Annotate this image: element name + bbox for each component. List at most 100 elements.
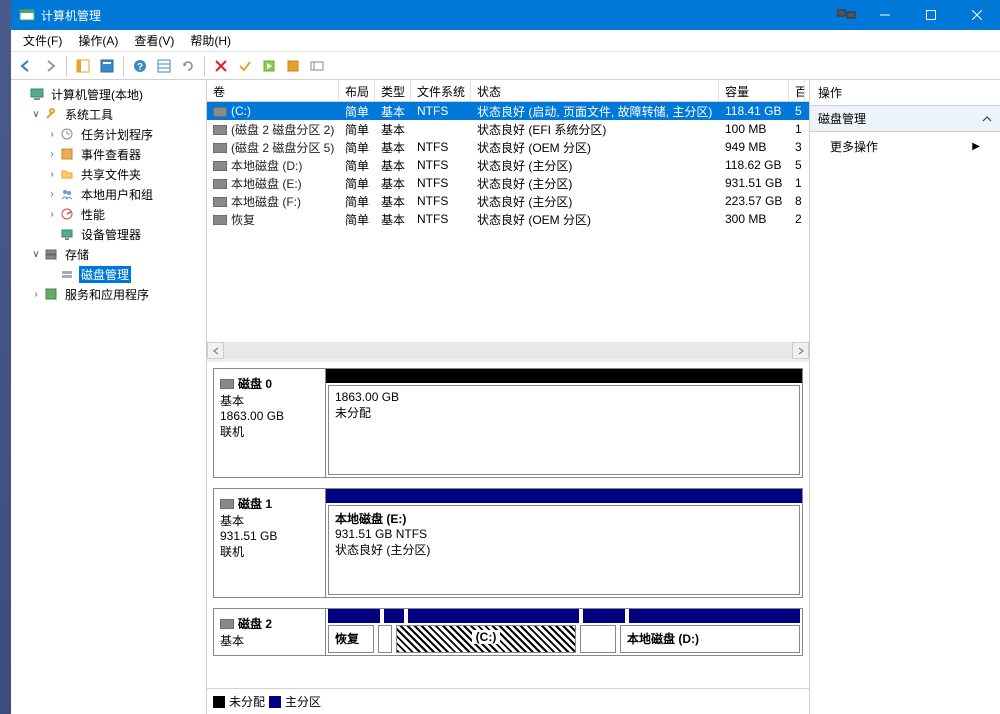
col-type[interactable]: 类型 <box>375 80 411 101</box>
refresh-button[interactable] <box>177 55 199 77</box>
disk-1-partition-e[interactable]: 本地磁盘 (E:) 931.51 GB NTFS 状态良好 (主分区) <box>328 505 800 595</box>
disk-2-bar-oem <box>583 609 625 623</box>
window-title: 计算机管理 <box>41 7 101 24</box>
volume-row[interactable]: (C:)简单基本NTFS状态良好 (启动, 页面文件, 故障转储, 主分区)11… <box>207 102 809 120</box>
titlebar[interactable]: 计算机管理 <box>11 0 1000 30</box>
tree-performance[interactable]: ›性能 <box>11 204 206 224</box>
disk-icon <box>220 499 234 509</box>
volume-row[interactable]: 本地磁盘 (D:)简单基本NTFS状态良好 (主分区)118.62 GB5 <box>207 156 809 174</box>
legend-swatch-primary <box>269 696 281 708</box>
volume-row[interactable]: 本地磁盘 (E:)简单基本NTFS状态良好 (主分区)931.51 GB1 <box>207 174 809 192</box>
disk-2-partition-c[interactable]: (C:) <box>396 625 576 653</box>
tree-system-tools[interactable]: ∨ 系统工具 <box>11 104 206 124</box>
performance-icon <box>59 206 75 222</box>
delete-button[interactable] <box>210 55 232 77</box>
tools-icon <box>43 106 59 122</box>
col-capacity[interactable]: 容量 <box>719 80 789 101</box>
tree-device-manager[interactable]: 设备管理器 <box>11 224 206 244</box>
disk-icon <box>220 619 234 629</box>
menu-view[interactable]: 查看(V) <box>128 30 184 51</box>
disk-0-header-bar <box>326 369 802 383</box>
disk-2-info: 磁盘 2 基本 <box>214 609 326 655</box>
close-button[interactable] <box>954 0 1000 30</box>
svg-text:?: ? <box>137 62 143 73</box>
menu-action[interactable]: 操作(A) <box>72 30 128 51</box>
minimize-button[interactable] <box>862 0 908 30</box>
apply-button[interactable] <box>234 55 256 77</box>
collapse-icon[interactable]: ∨ <box>29 109 43 120</box>
tree-storage[interactable]: ∨ 存储 <box>11 244 206 264</box>
col-free[interactable]: 百 <box>789 80 805 101</box>
disk-2-partition-efi[interactable] <box>378 625 392 653</box>
show-tree-button[interactable] <box>72 55 94 77</box>
disk-1-block[interactable]: 磁盘 1 基本 931.51 GB 联机 本地磁盘 (E:) 931.51 GB… <box>213 488 803 598</box>
action-button[interactable] <box>258 55 280 77</box>
expand-icon[interactable]: › <box>45 149 59 160</box>
nav-forward-button[interactable] <box>39 55 61 77</box>
clock-icon <box>59 126 75 142</box>
col-volume[interactable]: 卷 <box>207 80 339 101</box>
scroll-left-button[interactable] <box>207 342 224 359</box>
action-group-disk-mgmt[interactable]: 磁盘管理 <box>810 106 1000 132</box>
disk-0-partition-unallocated[interactable]: 1863.00 GB 未分配 <box>328 385 800 475</box>
menu-file[interactable]: 文件(F) <box>17 30 72 51</box>
disk-graphic-pane[interactable]: 磁盘 0 基本 1863.00 GB 联机 1863.00 GB 未分配 <box>207 362 809 688</box>
scroll-right-button[interactable] <box>792 342 809 359</box>
disk-1-info: 磁盘 1 基本 931.51 GB 联机 <box>214 489 326 597</box>
users-icon <box>59 186 75 202</box>
col-filesystem[interactable]: 文件系统 <box>411 80 471 101</box>
maximize-button[interactable] <box>908 0 954 30</box>
arrow-right-icon: ▶ <box>972 141 980 152</box>
volume-row[interactable]: 恢复简单基本NTFS状态良好 (OEM 分区)300 MB2 <box>207 210 809 228</box>
disk-2-partition-d[interactable]: 本地磁盘 (D:) <box>620 625 800 653</box>
volume-list[interactable]: 卷 布局 类型 文件系统 状态 容量 百 (C:)简单基本NTFS状态良好 (启… <box>207 80 809 362</box>
disk-0-block[interactable]: 磁盘 0 基本 1863.00 GB 联机 1863.00 GB 未分配 <box>213 368 803 478</box>
tree-shared-folders[interactable]: ›共享文件夹 <box>11 164 206 184</box>
tree-pane[interactable]: 计算机管理(本地) ∨ 系统工具 ›任务计划程序 ›事件查看器 ›共享文件夹 ›… <box>11 80 207 714</box>
expand-icon[interactable]: › <box>45 209 59 220</box>
tree-disk-management[interactable]: 磁盘管理 <box>11 264 206 284</box>
tree-task-scheduler[interactable]: ›任务计划程序 <box>11 124 206 144</box>
menu-help[interactable]: 帮助(H) <box>184 30 241 51</box>
disk-icon <box>220 379 234 389</box>
volume-row[interactable]: (磁盘 2 磁盘分区 2)简单基本状态良好 (EFI 系统分区)100 MB1 <box>207 120 809 138</box>
action-pane-header: 操作 <box>810 80 1000 106</box>
disk-2-bar-d <box>629 609 800 623</box>
scroll-track[interactable] <box>224 342 792 359</box>
disk-1-header-bar <box>326 489 802 503</box>
disk-2-bar-c <box>408 609 579 623</box>
tree-local-users[interactable]: ›本地用户和组 <box>11 184 206 204</box>
action-more[interactable]: 更多操作 ▶ <box>810 132 1000 161</box>
nav-back-button[interactable] <box>15 55 37 77</box>
menubar: 文件(F) 操作(A) 查看(V) 帮助(H) <box>11 30 1000 52</box>
expand-icon[interactable]: › <box>45 189 59 200</box>
expand-icon[interactable]: › <box>29 289 43 300</box>
collapse-icon[interactable]: ∨ <box>29 249 43 260</box>
volume-list-body[interactable]: (C:)简单基本NTFS状态良好 (启动, 页面文件, 故障转储, 主分区)11… <box>207 102 809 342</box>
settings-button[interactable] <box>282 55 304 77</box>
volume-hscrollbar[interactable] <box>207 342 809 359</box>
disk-2-bar-efi <box>384 609 404 623</box>
disk-mgmt-icon <box>59 266 75 282</box>
disk-2-partition-recovery[interactable]: 恢复 <box>328 625 374 653</box>
volume-row[interactable]: (磁盘 2 磁盘分区 5)简单基本NTFS状态良好 (OEM 分区)949 MB… <box>207 138 809 156</box>
col-layout[interactable]: 布局 <box>339 80 375 101</box>
tree-root[interactable]: 计算机管理(本地) <box>11 84 206 104</box>
disk-2-block[interactable]: 磁盘 2 基本 恢复 <box>213 608 803 656</box>
options-button[interactable] <box>306 55 328 77</box>
properties-button[interactable] <box>96 55 118 77</box>
storage-icon <box>43 246 59 262</box>
main-area: 计算机管理(本地) ∨ 系统工具 ›任务计划程序 ›事件查看器 ›共享文件夹 ›… <box>11 80 1000 714</box>
tree-services-apps[interactable]: ›服务和应用程序 <box>11 284 206 304</box>
expand-icon[interactable]: › <box>45 169 59 180</box>
volume-row[interactable]: 本地磁盘 (F:)简单基本NTFS状态良好 (主分区)223.57 GB8 <box>207 192 809 210</box>
legend-swatch-unallocated <box>213 696 225 708</box>
expand-icon[interactable]: › <box>45 129 59 140</box>
disk-2-partition-oem[interactable] <box>580 625 616 653</box>
view-list-button[interactable] <box>153 55 175 77</box>
tree-event-viewer[interactable]: ›事件查看器 <box>11 144 206 164</box>
legend: 未分配 主分区 <box>207 688 809 714</box>
help-button[interactable]: ? <box>129 55 151 77</box>
col-status[interactable]: 状态 <box>471 80 719 101</box>
computer-management-window: 计算机管理 文件(F) 操作(A) 查看(V) 帮助(H) ? <box>11 0 1000 714</box>
